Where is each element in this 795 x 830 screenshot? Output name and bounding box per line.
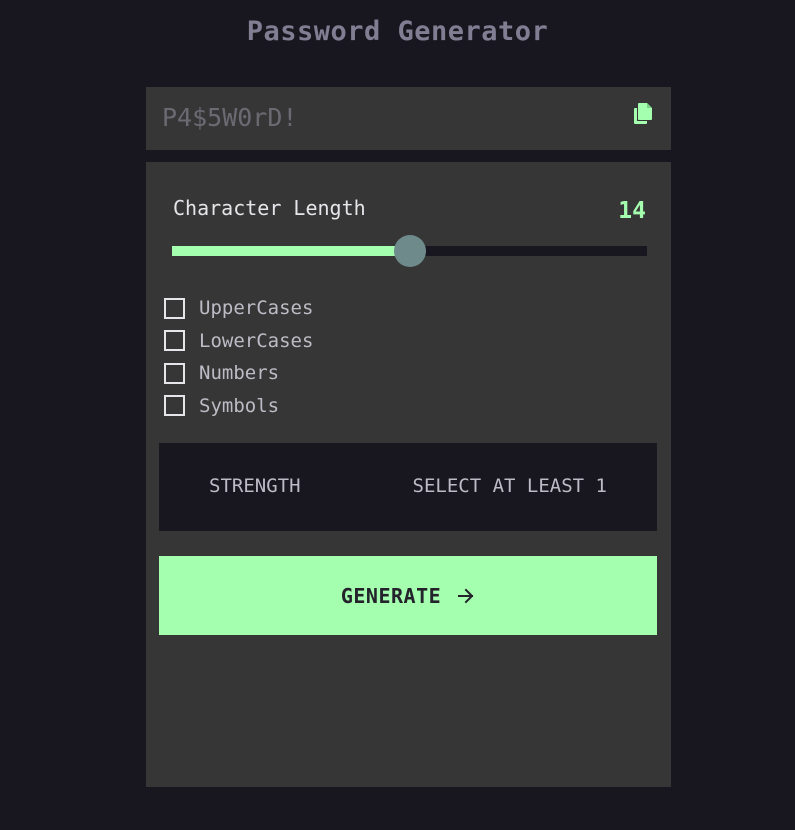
password-text: P4$5W0rD! [162, 103, 298, 132]
password-output: P4$5W0rD! [146, 87, 671, 150]
character-length-value: 14 [618, 198, 646, 224]
generate-button[interactable]: GENERATE [159, 556, 657, 635]
uppercases-checkbox[interactable] [164, 297, 185, 319]
symbols-checkbox[interactable] [164, 395, 185, 417]
slider-fill [172, 246, 410, 256]
lowercases-checkbox[interactable] [164, 330, 185, 352]
slider-thumb[interactable] [393, 235, 426, 267]
option-label: UpperCases [199, 297, 314, 320]
option-lowercases[interactable]: LowerCases [164, 325, 313, 358]
option-label: LowerCases [199, 329, 314, 352]
option-label: Symbols [199, 394, 280, 417]
numbers-checkbox[interactable] [164, 362, 185, 384]
length-slider[interactable] [172, 235, 647, 267]
strength-value: SELECT AT LEAST 1 [412, 475, 607, 497]
arrow-right-icon [458, 588, 474, 603]
option-numbers[interactable]: Numbers [164, 357, 313, 390]
app-title: Password Generator [246, 16, 549, 47]
option-symbols[interactable]: Symbols [164, 390, 313, 423]
copy-icon[interactable] [633, 103, 653, 125]
option-uppercases[interactable]: UpperCases [164, 292, 313, 325]
character-length-label: Character Length [173, 196, 366, 220]
strength-label: STRENGTH [209, 475, 301, 497]
strength-meter: STRENGTH SELECT AT LEAST 1 [159, 443, 657, 531]
option-label: Numbers [199, 362, 280, 385]
options-list: UpperCases LowerCases Numbers Symbols [164, 292, 313, 422]
settings-panel: Character Length 14 UpperCases LowerCase… [146, 162, 671, 787]
generate-label: GENERATE [340, 583, 442, 608]
